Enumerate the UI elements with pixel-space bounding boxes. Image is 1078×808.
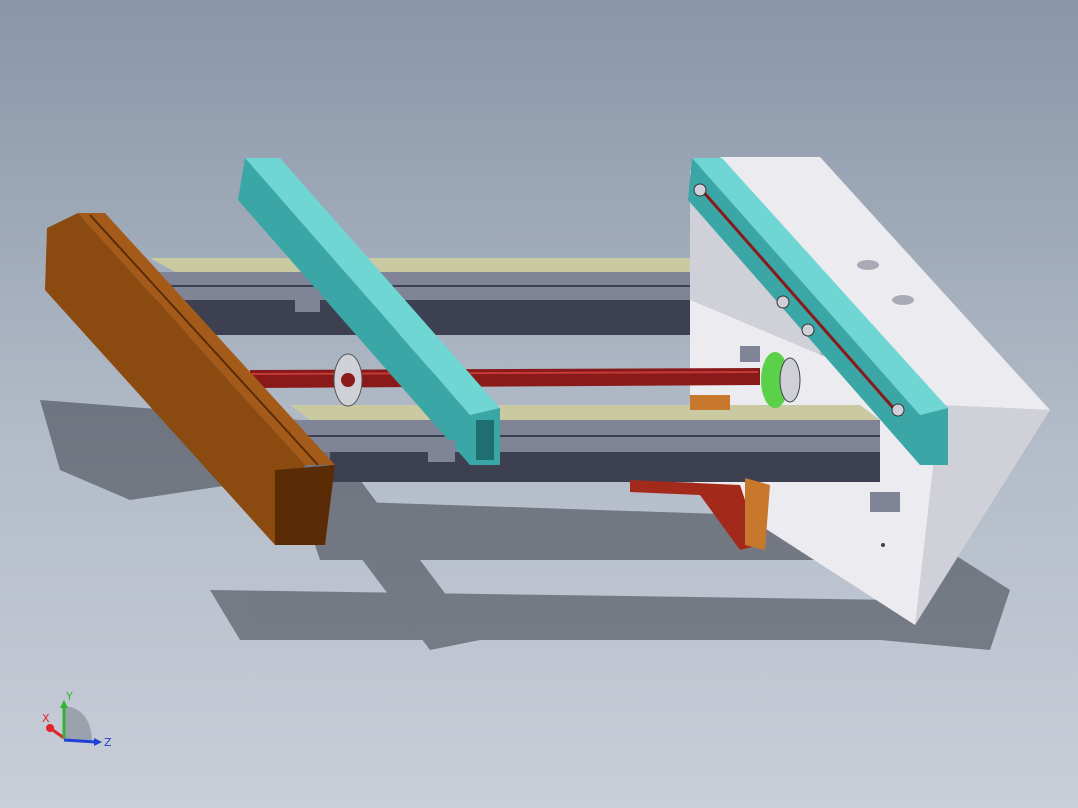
x-axis-label: X — [42, 712, 50, 725]
z-axis-label: Z — [104, 736, 112, 749]
shaft-body — [250, 368, 760, 388]
rail-back-top — [150, 258, 760, 272]
plate-hole-1 — [857, 260, 879, 270]
plate-hole-2 — [892, 295, 914, 305]
z-axis-icon — [63, 738, 97, 744]
idler-4 — [891, 403, 905, 417]
z-arrow-icon — [94, 738, 102, 746]
rail-back-base — [150, 300, 760, 335]
triad-base-icon — [64, 706, 92, 740]
mount-bracket — [690, 395, 730, 410]
idler-3 — [801, 323, 815, 337]
shaft-end — [341, 373, 355, 387]
assembly-model[interactable] — [0, 0, 1078, 808]
bearing-icon — [779, 357, 801, 403]
rail-front-base — [330, 452, 880, 482]
foot-block — [870, 492, 900, 512]
slider-block-front — [428, 440, 455, 462]
idler-1 — [693, 183, 707, 197]
rail-back[interactable] — [150, 258, 760, 335]
y-axis-label: Y — [65, 690, 73, 703]
drive-shaft[interactable] — [250, 353, 760, 407]
teal-beam-front-slot — [476, 420, 494, 460]
cad-viewport[interactable]: X Y Z — [0, 0, 1078, 808]
plate-hole-3 — [881, 543, 885, 547]
slider-block-back — [295, 290, 320, 312]
rail-front[interactable] — [290, 405, 880, 482]
shadow-rail-2 — [210, 590, 930, 640]
teal-beam-rear-end — [920, 408, 948, 465]
idler-2 — [776, 295, 790, 309]
rail-front-top — [290, 405, 880, 420]
wood-block-end — [275, 465, 335, 545]
x-arrow-icon — [46, 724, 54, 732]
foot-block-2 — [740, 346, 760, 362]
view-triad[interactable]: X Y Z — [30, 684, 120, 754]
